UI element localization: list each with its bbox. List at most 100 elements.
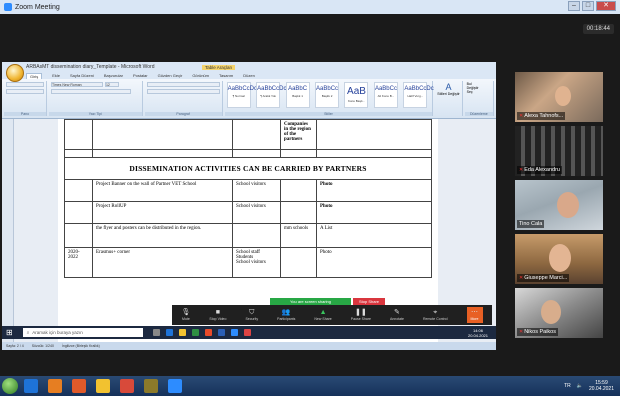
file-explorer-icon[interactable] [178, 329, 186, 336]
pause-share-button[interactable]: ❚❚ Pause Share [351, 309, 371, 321]
more-icon: ⋯ [471, 309, 478, 316]
security-button[interactable]: ⛉ Security [245, 309, 258, 321]
table-row: DISSEMINATION ACTIVITIES CAN BE CARRIED … [64, 157, 432, 180]
list-buttons[interactable] [146, 82, 220, 87]
zoom-title-bar: Zoom Meeting – □ ✕ [0, 0, 620, 14]
tab-references[interactable]: Başvurular [104, 73, 123, 78]
video-camera-icon: ■ [215, 309, 221, 316]
tab-view[interactable]: Görünüm [192, 73, 209, 78]
firefox-icon[interactable] [48, 379, 62, 393]
microphone-icon: 🎙 [181, 309, 191, 316]
style-no-spacing[interactable]: AaBbCcDc ¶ Aralık Yok [256, 82, 286, 108]
pen-icon: ✎ [394, 309, 400, 316]
clipboard-group: Pano [4, 81, 47, 116]
change-styles[interactable]: A Stilleri Değiştir [435, 81, 463, 116]
tab-mailings[interactable]: Postalar [133, 73, 148, 78]
taskbar-search-input[interactable]: ⌕ Aramak için buraya yazın [22, 328, 143, 337]
language-indicator[interactable]: TR [564, 383, 571, 389]
tab-design[interactable]: Tasarım [219, 73, 233, 78]
style-heading-2[interactable]: AaBbCc Başlık 2 [315, 82, 340, 108]
maximize-button[interactable]: □ [582, 1, 594, 11]
font-format-buttons[interactable] [50, 89, 131, 94]
screen-share-banner: You are screen sharing Stop Share [270, 298, 386, 305]
tab-home[interactable]: Giriş [26, 72, 43, 79]
participant-tile[interactable]: Tino Cala [515, 180, 603, 230]
ie-icon[interactable] [24, 379, 38, 393]
table-row [64, 149, 432, 158]
zoom-window-title: Zoom Meeting [15, 3, 60, 11]
system-clock[interactable]: 15:59 20.04.2021 [589, 380, 614, 392]
participant-tile[interactable]: ✕ Alexa Tahnofs... [515, 72, 603, 122]
participant-gallery: ✕ Alexa Tahnofs... ✕ Eda Alexandru Tino Ca… [515, 72, 603, 342]
muted-mic-icon: ✕ [519, 329, 524, 335]
chrome-icon[interactable] [120, 379, 134, 393]
dissemination-table-wrap: Companies in the region of the partners … [64, 119, 432, 278]
muted-mic-icon: ✕ [519, 167, 524, 173]
paragraph-group-label: Paragraf [144, 112, 222, 116]
section-title: DISSEMINATION ACTIVITIES CAN BE CARRIED … [64, 157, 432, 180]
folder-icon[interactable] [96, 379, 110, 393]
volume-icon[interactable]: 🔈 [577, 383, 583, 389]
shared-pc-clock: 14:06 20.04.2021 [467, 327, 488, 338]
style-title[interactable]: AaB Konu Başlı... [344, 82, 369, 108]
table-tools-tab[interactable]: Table Araçları [202, 64, 236, 70]
zoom-icon[interactable] [168, 379, 182, 393]
windows-start-icon[interactable]: ⊞ [6, 328, 13, 337]
meeting-timer: 00:18:44 [582, 24, 614, 34]
more-button[interactable]: ⋯ More [466, 307, 483, 323]
tab-layout[interactable]: Düzen [243, 73, 255, 78]
media-player-icon[interactable] [72, 379, 86, 393]
align-buttons[interactable] [146, 89, 220, 94]
window-controls: – □ ✕ [568, 1, 616, 11]
style-subtitle[interactable]: AaBbCc Alt Konu B... [373, 82, 398, 108]
change-styles-icon: A [445, 82, 452, 92]
clipboard-group-label: Pano [4, 112, 46, 116]
participant-tile[interactable]: ✕ Giuseppe Marci... [515, 234, 603, 284]
style-subtle-emphasis[interactable]: AaBbCcDc Hafif Vurg... [403, 82, 434, 108]
participant-tile[interactable]: ✕ Nikos Paikos [515, 288, 603, 338]
tab-insert[interactable]: Ekle [52, 73, 60, 78]
office-button[interactable] [6, 64, 24, 82]
zoom-app-icon [4, 3, 12, 11]
participants-button[interactable]: 👥 Participants [277, 309, 295, 321]
table-row: 2020-2022 Erasmus+ corner School staff S… [64, 247, 432, 278]
mute-button[interactable]: 🎙 Mute [182, 309, 191, 321]
minimize-button[interactable]: – [568, 1, 580, 11]
edge-icon[interactable] [165, 329, 173, 336]
stop-share-button[interactable]: Stop Share [353, 298, 386, 305]
font-size-select[interactable]: 12 [104, 82, 119, 87]
task-view-icon[interactable] [152, 329, 160, 336]
tab-review[interactable]: Gözden Geçir [158, 73, 183, 78]
word-icon[interactable] [217, 329, 225, 336]
start-button[interactable] [2, 378, 18, 394]
pause-icon: ❚❚ [354, 309, 367, 316]
close-button[interactable]: ✕ [596, 1, 616, 11]
chrome-icon[interactable] [204, 329, 212, 336]
style-heading-1[interactable]: AaBbC Başlık 1 [285, 82, 310, 108]
participant-tile[interactable]: ✕ Eda Alexandru [515, 126, 603, 176]
cut-button[interactable] [6, 89, 44, 94]
language-status: İngilizce (Birleşik Krallık) [61, 344, 100, 348]
ribbon-tabs: Giriş Ekle Sayfa Düzeni Başvurular Posta… [2, 72, 496, 79]
excel-icon[interactable] [191, 329, 199, 336]
remote-control-button[interactable]: ⌖ Remote Control [423, 309, 448, 321]
tab-page-layout[interactable]: Sayfa Düzeni [70, 73, 94, 78]
paragraph-group: Paragraf [144, 81, 223, 116]
font-group: Times New Roman 12 Yazı Tipi [48, 81, 143, 116]
font-name-select[interactable]: Times New Roman [50, 82, 103, 87]
acrobat-icon[interactable] [243, 329, 251, 336]
paste-button[interactable] [6, 82, 44, 87]
annotate-button[interactable]: ✎ Annotate [390, 309, 404, 321]
new-share-button[interactable]: ▲ New Share [314, 309, 331, 321]
zoom-icon[interactable] [230, 329, 238, 336]
stop-video-button[interactable]: ■ Stop Video [209, 309, 226, 321]
styles-group-label: Stiller [224, 112, 433, 116]
fw-app-icon[interactable] [144, 379, 158, 393]
style-normal[interactable]: AaBbCcDc ¶ Normal [226, 82, 257, 108]
styles-group: AaBbCcDc ¶ Normal AaBbCcDc ¶ Aralık Yok Aa… [224, 81, 434, 116]
table-row: Project Banner on the wall of Partner VE… [64, 179, 432, 202]
remote-icon: ⌖ [433, 309, 438, 316]
dissemination-table[interactable]: Companies in the region of the partners … [64, 119, 432, 278]
word-count: Sözcük: 1/240 [31, 344, 54, 348]
select-button[interactable]: Seç [467, 90, 491, 94]
